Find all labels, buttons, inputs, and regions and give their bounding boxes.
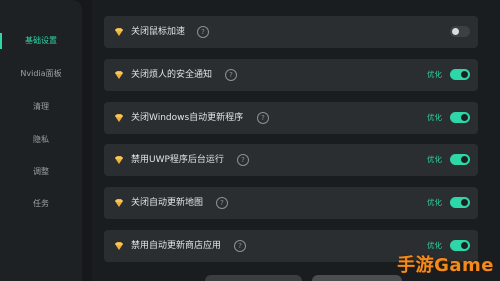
question-circle-icon[interactable]: ? <box>257 112 269 124</box>
setting-row-uwp-background: 禁用UWP程序后台运行 ? 优化 <box>104 144 478 176</box>
security-notifications-toggle[interactable] <box>450 69 470 80</box>
diamond-icon <box>115 199 123 207</box>
optimized-tag: 优化 <box>427 155 442 164</box>
sidebar-item-tasks[interactable]: 任务 <box>0 194 82 214</box>
uwp-background-toggle[interactable] <box>450 154 470 165</box>
setting-label: 关闭鼠标加速 <box>131 27 186 37</box>
setting-row-map-update: 关闭自动更新地图 ? 优化 <box>104 187 478 219</box>
setting-row-mouse-acceleration: 关闭鼠标加速 ? <box>104 16 478 48</box>
diamond-icon <box>115 114 123 122</box>
optimized-tag: 优化 <box>427 198 442 207</box>
diamond-icon <box>115 28 123 36</box>
question-circle-icon[interactable]: ? <box>216 197 228 209</box>
sidebar-item-basic-settings[interactable]: 基础设置 <box>0 31 82 51</box>
diamond-icon <box>115 71 123 79</box>
sidebar: 基础设置 Nvidia面板 清理 隐私 调整 任务 <box>0 0 82 281</box>
map-update-toggle[interactable] <box>450 197 470 208</box>
question-circle-icon[interactable]: ? <box>237 154 249 166</box>
question-circle-icon[interactable]: ? <box>234 240 246 252</box>
bottom-action-button-left[interactable] <box>205 275 302 281</box>
toggle-knob <box>461 199 468 206</box>
toggle-knob <box>461 71 468 78</box>
setting-label: 关闭Windows自动更新程序 <box>131 113 244 123</box>
bottom-action-button-right[interactable] <box>312 275 402 281</box>
question-circle-icon[interactable]: ? <box>225 69 237 81</box>
setting-row-security-notifications: 关闭烦人的安全通知 ? 优化 <box>104 59 478 91</box>
setting-label: 关闭烦人的安全通知 <box>131 70 213 80</box>
toggle-knob <box>452 28 459 35</box>
sidebar-item-nvidia-panel[interactable]: Nvidia面板 <box>0 64 82 84</box>
question-circle-icon[interactable]: ? <box>197 26 209 38</box>
diamond-icon <box>115 156 123 164</box>
setting-label: 禁用UWP程序后台运行 <box>131 155 224 165</box>
toggle-knob <box>461 114 468 121</box>
store-apps-update-toggle[interactable] <box>450 240 470 251</box>
watermark-logo: 手游Game <box>397 255 494 276</box>
setting-label: 禁用自动更新商店应用 <box>131 241 222 251</box>
sidebar-item-clean[interactable]: 清理 <box>0 97 82 117</box>
setting-row-windows-update: 关闭Windows自动更新程序 ? 优化 <box>104 102 478 134</box>
setting-label: 关闭自动更新地图 <box>131 198 204 208</box>
mouse-acceleration-toggle[interactable] <box>450 26 470 37</box>
sidebar-item-privacy[interactable]: 隐私 <box>0 130 82 150</box>
sidebar-item-adjust[interactable]: 调整 <box>0 162 82 182</box>
toggle-knob <box>461 242 468 249</box>
optimized-tag: 优化 <box>427 113 442 122</box>
toggle-knob <box>461 156 468 163</box>
optimized-tag: 优化 <box>427 70 442 79</box>
windows-update-toggle[interactable] <box>450 112 470 123</box>
diamond-icon <box>115 242 123 250</box>
